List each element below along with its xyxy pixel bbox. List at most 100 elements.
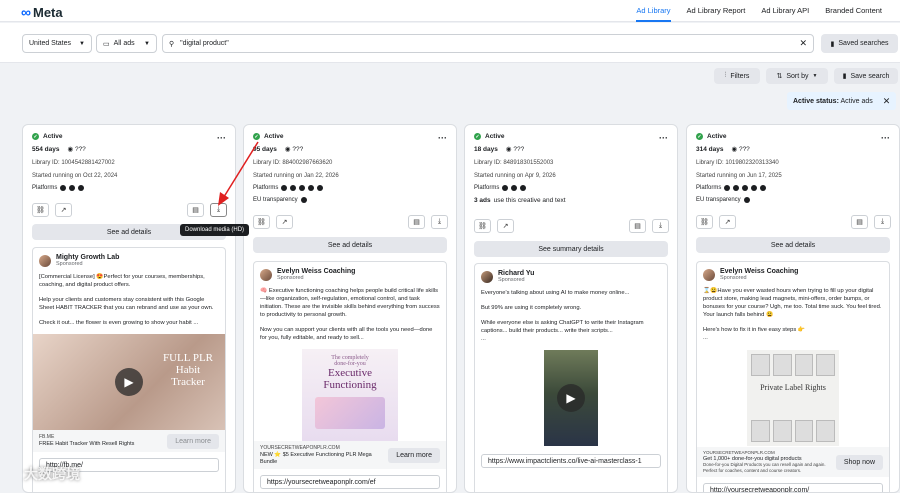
open-external-button[interactable]: ↗ (497, 219, 514, 233)
see-ad-details-button[interactable]: See ad details (253, 237, 447, 253)
save-search-button[interactable]: ▮ Save search (834, 68, 898, 84)
search-bar: United States ▼ ▭ All ads ▼ ⚲ "digital p… (0, 23, 900, 63)
advertiser-name[interactable]: Mighty Growth Lab (56, 254, 119, 261)
more-options-icon[interactable]: ··· (438, 133, 447, 143)
see-ad-details-button[interactable]: See ad details (696, 237, 890, 253)
open-external-button[interactable]: ↗ (55, 203, 72, 217)
external-link-icon: ↗ (502, 223, 509, 230)
view-media-button[interactable]: ▤ (187, 203, 204, 217)
nav-branded-content[interactable]: Branded Content (825, 6, 882, 22)
ad-preview: Mighty Growth Lab Sponsored [Commercial L… (32, 247, 226, 492)
ad-video[interactable]: ▶ (475, 350, 667, 446)
ad-body: [Commercial License] 😍Perfect for your c… (39, 274, 214, 326)
external-link-icon: ↗ (724, 219, 731, 226)
download-media-button[interactable]: ⤓ (431, 215, 448, 229)
status-badge: ✓ Active (474, 133, 505, 140)
saved-searches-button[interactable]: ▮ Saved searches (821, 34, 898, 53)
instagram-icon (290, 185, 297, 191)
landing-url[interactable]: https://yoursecretweaponplr.com/ef (260, 475, 440, 489)
ad-card: ✓ Active ··· 18 days ◉ ??? Library ID: 848… (464, 124, 678, 493)
search-icon: ⚲ (169, 40, 175, 48)
download-media-button[interactable]: ⤓ (874, 215, 891, 229)
link-icon: ⛓ (478, 223, 487, 230)
advertiser-name[interactable]: Evelyn Weiss Coaching (720, 268, 798, 275)
library-id: Library ID: 1019802320313340 (696, 160, 779, 166)
landing-url[interactable]: https://www.impactclients.co/live-ai-mas… (481, 454, 661, 468)
threads-icon (317, 185, 324, 191)
shop-now-button[interactable]: Shop now (835, 454, 883, 470)
copy-link-button[interactable]: ⛓ (32, 203, 49, 217)
check-icon: ✓ (474, 133, 481, 140)
status-badge: ✓ Active (32, 133, 63, 140)
link-icon: ⛓ (700, 219, 709, 226)
ad-type-select[interactable]: ▭ All ads ▼ (96, 34, 157, 53)
status-badge: ✓ Active (253, 133, 284, 140)
more-options-icon[interactable]: ··· (659, 133, 668, 143)
ad-body: 🧠 Executive functioning coaching helps p… (260, 288, 440, 341)
nav-ad-library-api[interactable]: Ad Library API (761, 6, 809, 22)
sort-by-button[interactable]: ⇅ Sort by ▼ (766, 68, 828, 84)
ads-count: 3 ads use this creative and text (474, 197, 566, 204)
download-tooltip: Download media (HD) (180, 224, 250, 236)
start-date: Started running on Jun 17, 2025 (696, 173, 782, 179)
advertiser-name[interactable]: Evelyn Weiss Coaching (277, 268, 355, 275)
run-duration: 554 days (32, 145, 60, 153)
plr-products-grid: Private Label Rights (747, 350, 839, 446)
instagram-icon (69, 185, 76, 191)
meta-infinity-icon: ∞ (21, 4, 31, 20)
nav-ad-library-report[interactable]: Ad Library Report (687, 6, 746, 22)
open-external-button[interactable]: ↗ (276, 215, 293, 229)
nav-ad-library[interactable]: Ad Library (636, 6, 671, 22)
learn-more-button[interactable]: Learn more (167, 433, 219, 449)
more-options-icon[interactable]: ··· (881, 133, 890, 143)
ad-image[interactable]: The completely done-for-you Executive Fu… (254, 349, 446, 441)
see-summary-details-button[interactable]: See summary details (474, 241, 668, 257)
audience-network-icon (742, 185, 749, 191)
eu-transparency[interactable]: EU transparency (696, 197, 890, 203)
view-media-button[interactable]: ▤ (408, 215, 425, 229)
sort-icon: ⇅ (776, 73, 783, 80)
play-icon[interactable]: ▶ (115, 368, 143, 396)
copy-link-button[interactable]: ⛓ (253, 215, 270, 229)
avatar (481, 270, 493, 283)
ad-image[interactable]: Private Label Rights (697, 349, 889, 447)
eu-transparency[interactable]: EU transparency (253, 197, 447, 203)
eye-icon: ◉ (731, 146, 738, 153)
advertiser-name[interactable]: Richard Yu (498, 270, 534, 277)
instagram-icon (733, 185, 740, 191)
learn-more-button[interactable]: Learn more (388, 447, 440, 463)
ad-preview: Richard Yu Sponsored Everyone's talking a… (474, 263, 668, 492)
messenger-icon (751, 185, 758, 191)
copy-link-button[interactable]: ⛓ (696, 215, 713, 229)
link-icon: ⛓ (36, 207, 45, 214)
landing-url[interactable]: http://yoursecretweaponplr.com/ (703, 483, 883, 492)
close-icon[interactable]: ✕ (883, 96, 891, 107)
clear-search-icon[interactable]: ✕ (799, 38, 807, 49)
country-select[interactable]: United States ▼ (22, 34, 92, 53)
bookmark-icon: ▮ (830, 40, 835, 48)
view-media-button[interactable]: ▤ (629, 219, 646, 233)
play-icon[interactable]: ▶ (557, 384, 585, 412)
platforms: Platforms (474, 185, 668, 191)
open-external-button[interactable]: ↗ (719, 215, 736, 229)
library-id: Library ID: 848918301552003 (474, 160, 554, 166)
facebook-icon (281, 185, 288, 191)
media-icon: ▤ (192, 207, 199, 214)
bookmark-icon: ▮ (842, 73, 847, 80)
ad-preview: Evelyn Weiss Coaching Sponsored 🧠 Executi… (253, 261, 447, 492)
filters-button[interactable]: ⫶ Filters (714, 68, 760, 84)
media-icon: ▤ (634, 223, 641, 230)
eye-icon: ◉ (505, 146, 512, 153)
ad-video[interactable]: FULL PLR Habit Tracker ▶ (33, 334, 225, 430)
view-media-button[interactable]: ▤ (851, 215, 868, 229)
facebook-icon (60, 185, 67, 191)
private-label-rights-title: Private Label Rights (760, 383, 826, 393)
start-date: Started running on Jan 22, 2026 (253, 173, 339, 179)
meta-logo[interactable]: ∞ Meta (21, 4, 63, 20)
copy-link-button[interactable]: ⛓ (474, 219, 491, 233)
link-icon: ⛓ (257, 219, 266, 226)
cta-bar: YOURSECRETWEAPONPLR.COM NEW ⭐ $5 Executiv… (254, 441, 446, 469)
threads-icon (760, 185, 767, 191)
download-media-button[interactable]: ⤓ (652, 219, 669, 233)
search-input[interactable]: ⚲ "digital product" ✕ (162, 34, 814, 53)
